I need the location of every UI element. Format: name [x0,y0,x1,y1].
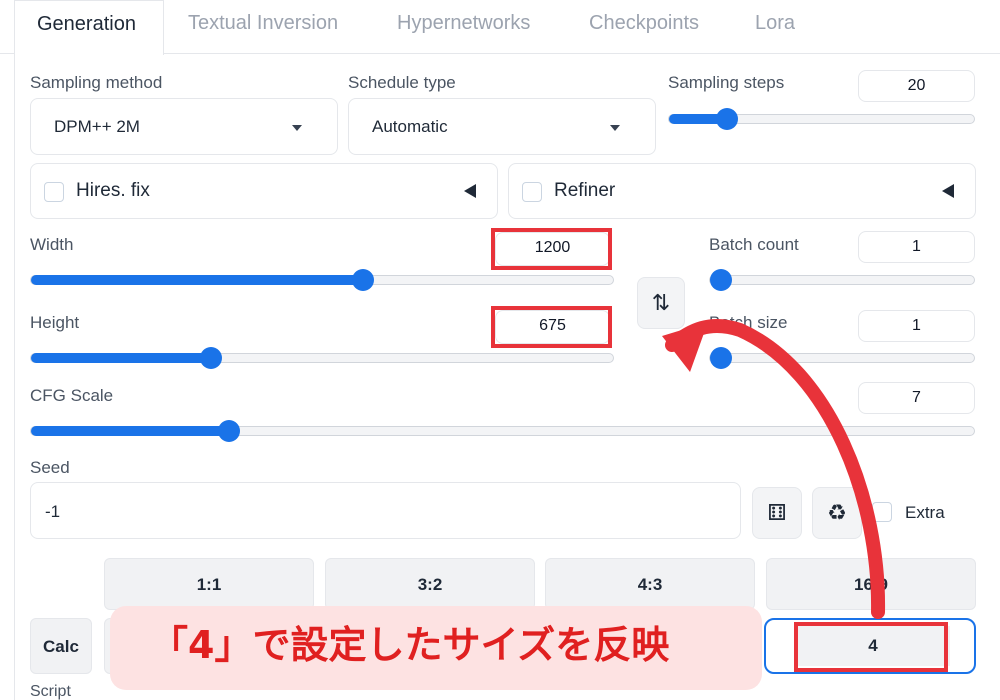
annotation-arrow-icon [662,319,886,619]
